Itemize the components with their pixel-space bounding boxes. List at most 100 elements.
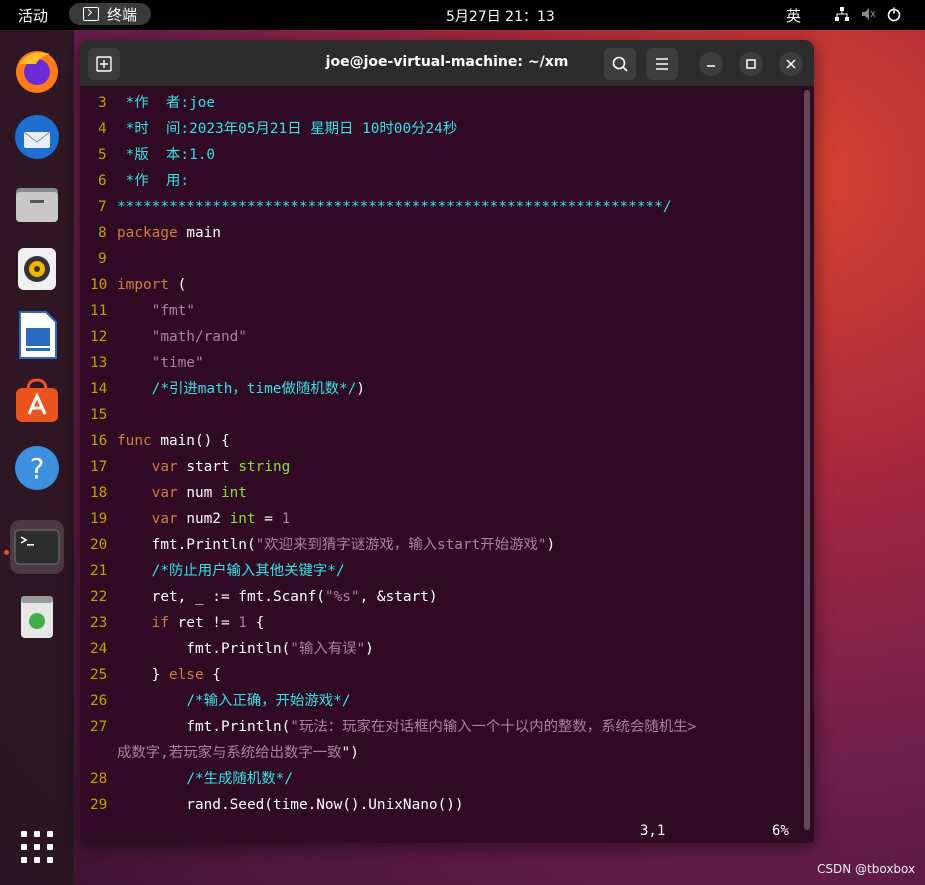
code-line: 16 func main() {: [80, 428, 230, 454]
line-number: 18: [90, 485, 108, 501]
close-button[interactable]: [779, 52, 803, 76]
terminal-icon[interactable]: [10, 520, 64, 574]
show-apps-icon[interactable]: [10, 822, 64, 876]
code-text: fmt.Println("玩法：玩家在对话框内输入一个十以内的整数，系统会随机生…: [117, 719, 697, 735]
vim-editor[interactable]: 3 *作 者:joe 4 *时 间:2023年05月21日 星期日 10时00分2…: [80, 88, 800, 828]
line-number: 7: [98, 199, 107, 215]
code-text: var start string: [151, 459, 291, 475]
code-line: 18 var num int: [80, 480, 247, 506]
input-method-indicator[interactable]: 英: [786, 5, 801, 26]
dock: ?: [0, 30, 74, 885]
code-text: func main() {: [117, 433, 230, 449]
cursor-position: 3,1: [640, 823, 666, 839]
code-text: var num int: [151, 485, 247, 501]
code-line: 6 *作 用:: [80, 168, 189, 194]
maximize-button[interactable]: [739, 52, 763, 76]
line-number: 13: [90, 355, 108, 371]
code-line: 20 fmt.Println("欢迎来到猜字谜游戏，输入start开始游戏"): [80, 532, 555, 558]
code-text: /*引进math，time做随机数*/): [151, 381, 366, 397]
search-icon: [612, 56, 628, 72]
code-text: "fmt": [151, 303, 195, 319]
app-center-icon[interactable]: [10, 374, 64, 428]
clock[interactable]: 5月27日 21：13: [446, 6, 555, 26]
code-line: 21 /*防止用户输入其他关键字*/: [80, 558, 345, 584]
code-line: 29 rand.Seed(time.Now().UnixNano()): [80, 792, 464, 818]
code-text: /*防止用户输入其他关键字*/: [151, 563, 345, 579]
line-number: 4: [98, 121, 107, 137]
line-number: 16: [90, 433, 108, 449]
code-line: 19 var num2 int = 1: [80, 506, 290, 532]
code-line: 3 *作 者:joe: [80, 90, 215, 116]
line-number: 25: [90, 667, 108, 683]
code-text: *时 间:2023年05月21日 星期日 10时00分24秒: [117, 121, 458, 137]
code-line: 11 "fmt": [80, 298, 195, 324]
terminal-small-icon: [83, 7, 99, 21]
app-menu-label: 终端: [107, 5, 138, 24]
thunderbird-icon[interactable]: [10, 110, 64, 164]
help-icon[interactable]: ?: [10, 440, 64, 494]
code-line: 23 if ret != 1 {: [80, 610, 264, 636]
code-line: 12 "math/rand": [80, 324, 247, 350]
title-bar[interactable]: joe@joe-virtual-machine: ~/xm: [80, 40, 814, 86]
libreoffice-writer-icon[interactable]: [10, 308, 64, 362]
code-text: package main: [117, 225, 221, 241]
watermark: CSDN @tboxbox: [817, 862, 916, 876]
line-number: 20: [90, 537, 108, 553]
line-number: 19: [90, 511, 108, 527]
rhythmbox-icon[interactable]: [10, 242, 64, 296]
line-number: 21: [90, 563, 108, 579]
line-number: 10: [90, 277, 108, 293]
code-text: /*输入正确，开始游戏*/: [186, 693, 351, 709]
code-text: ret, _ := fmt.Scanf("%s", &start): [117, 589, 438, 605]
menu-button[interactable]: [646, 48, 678, 80]
line-number: 3: [98, 95, 107, 111]
line-number: 28: [90, 771, 108, 787]
code-line: 28 /*生成随机数*/: [80, 766, 293, 792]
code-text: import (: [117, 277, 187, 293]
power-icon: [886, 6, 902, 22]
search-button[interactable]: [604, 48, 636, 80]
scroll-percentage: 6%: [772, 823, 789, 839]
running-indicator: [4, 550, 9, 555]
code-text: *版 本:1.0: [117, 147, 216, 163]
line-number: 23: [90, 615, 108, 631]
code-text: fmt.Println("输入有误"): [117, 641, 374, 657]
line-number: 15: [90, 407, 108, 423]
line-number: 24: [90, 641, 108, 657]
code-text: "time": [151, 355, 204, 371]
code-line: 15: [80, 402, 117, 428]
line-number: 8: [98, 225, 107, 241]
system-tray[interactable]: [834, 6, 902, 22]
code-text: *作 用:: [117, 173, 190, 189]
code-text: if ret != 1 {: [151, 615, 265, 631]
network-icon: [834, 6, 850, 22]
code-text: "math/rand": [151, 329, 247, 345]
code-line: 17 var start string: [80, 454, 290, 480]
activities-button[interactable]: 活动: [18, 5, 48, 26]
code-line: 27 fmt.Println("玩法：玩家在对话框内输入一个十以内的整数，系统会…: [80, 714, 696, 740]
svg-text:?: ?: [30, 452, 45, 485]
line-number: 12: [90, 329, 108, 345]
code-line: 14 /*引进math，time做随机数*/): [80, 376, 365, 402]
terminal-window[interactable]: joe@joe-virtual-machine: ~/xm 3 *作 者:joe…: [80, 40, 814, 843]
minimize-button[interactable]: [699, 52, 723, 76]
code-text: var num2 int = 1: [151, 511, 291, 527]
line-number: 6: [98, 173, 107, 189]
app-menu-button[interactable]: 终端: [69, 3, 151, 25]
code-line: 25 } else {: [80, 662, 221, 688]
code-line: 26 /*输入正确，开始游戏*/: [80, 688, 351, 714]
files-icon[interactable]: [10, 176, 64, 230]
trash-icon[interactable]: [10, 590, 64, 644]
code-line: 8 package main: [80, 220, 221, 246]
line-number: 14: [90, 381, 108, 397]
line-number: 26: [90, 693, 108, 709]
line-number: 17: [90, 459, 108, 475]
code-line: 成数字,若玩家与系统给出数字一致"): [117, 745, 359, 761]
scrollbar[interactable]: [804, 90, 810, 830]
firefox-icon[interactable]: [10, 44, 64, 98]
line-number: 9: [98, 251, 107, 267]
volume-muted-icon: [860, 6, 876, 22]
line-number: 5: [98, 147, 107, 163]
code-text: rand.Seed(time.Now().UnixNano()): [117, 797, 464, 813]
code-text: } else {: [117, 667, 221, 683]
